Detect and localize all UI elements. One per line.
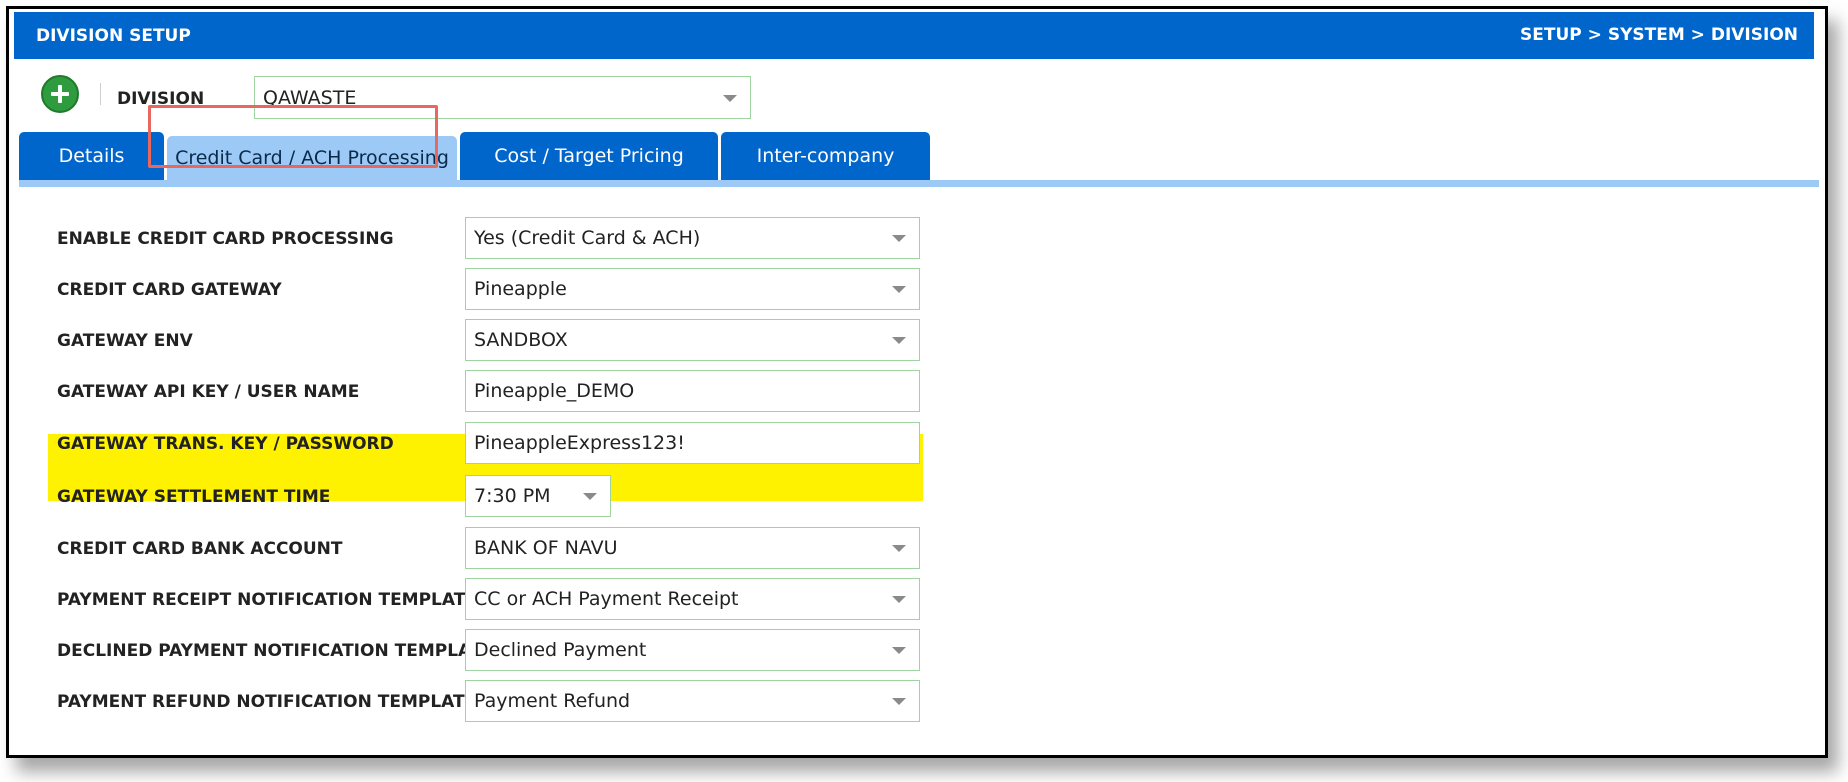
chevron-down-icon bbox=[892, 286, 906, 293]
label-enable-credit-card-processing: ENABLE CREDIT CARD PROCESSING bbox=[57, 229, 394, 249]
gateway-trans-key-input[interactable]: PineappleExpress123! bbox=[465, 422, 920, 464]
gateway-env-value: SANDBOX bbox=[474, 329, 568, 351]
label-gateway-env: GATEWAY ENV bbox=[57, 331, 193, 351]
gateway-api-key-input[interactable]: Pineapple_DEMO bbox=[465, 370, 920, 412]
divider bbox=[100, 83, 101, 105]
payment-refund-template-select[interactable]: Payment Refund bbox=[465, 680, 920, 722]
label-gateway-api-key: GATEWAY API KEY / USER NAME bbox=[57, 382, 360, 402]
gateway-api-key-value: Pineapple_DEMO bbox=[474, 380, 635, 402]
gateway-settlement-time-select[interactable]: 7:30 PM bbox=[465, 475, 611, 517]
page-title: DIVISION SETUP bbox=[36, 26, 191, 46]
gateway-env-select[interactable]: SANDBOX bbox=[465, 319, 920, 361]
add-division-button[interactable] bbox=[41, 75, 79, 113]
credit-card-gateway-select[interactable]: Pineapple bbox=[465, 268, 920, 310]
payment-refund-template-value: Payment Refund bbox=[474, 690, 631, 712]
gateway-trans-key-value: PineappleExpress123! bbox=[474, 432, 685, 454]
label-credit-card-bank-account: CREDIT CARD BANK ACCOUNT bbox=[57, 539, 343, 559]
active-tab-callout bbox=[148, 105, 438, 168]
label-payment-receipt-template: PAYMENT RECEIPT NOTIFICATION TEMPLATE bbox=[57, 590, 477, 610]
label-gateway-settlement-time: GATEWAY SETTLEMENT TIME bbox=[57, 487, 331, 507]
declined-payment-template-select[interactable]: Declined Payment bbox=[465, 629, 920, 671]
chevron-down-icon bbox=[892, 698, 906, 705]
credit-card-bank-account-select[interactable]: BANK OF NAVU bbox=[465, 527, 920, 569]
tab-cost-target-pricing[interactable]: Cost / Target Pricing bbox=[460, 132, 718, 180]
chevron-down-icon bbox=[892, 235, 906, 242]
tab-inter-company[interactable]: Inter-company bbox=[721, 132, 930, 180]
chevron-down-icon bbox=[892, 647, 906, 654]
payment-receipt-template-select[interactable]: CC or ACH Payment Receipt bbox=[465, 578, 920, 620]
breadcrumb[interactable]: SETUP > SYSTEM > DIVISION bbox=[1520, 25, 1798, 45]
chevron-down-icon bbox=[892, 596, 906, 603]
label-credit-card-gateway: CREDIT CARD GATEWAY bbox=[57, 280, 282, 300]
gateway-settlement-time-value: 7:30 PM bbox=[474, 485, 551, 507]
label-payment-refund-template: PAYMENT REFUND NOTIFICATION TEMPLATE bbox=[57, 692, 477, 712]
chevron-down-icon bbox=[723, 94, 737, 102]
chevron-down-icon bbox=[892, 337, 906, 344]
credit-card-gateway-value: Pineapple bbox=[474, 278, 567, 300]
enable-credit-card-processing-select[interactable]: Yes (Credit Card & ACH) bbox=[465, 217, 920, 259]
tab-details[interactable]: Details bbox=[19, 132, 164, 180]
enable-credit-card-processing-value: Yes (Credit Card & ACH) bbox=[474, 227, 701, 249]
declined-payment-template-value: Declined Payment bbox=[474, 639, 647, 661]
chevron-down-icon bbox=[583, 493, 597, 500]
chevron-down-icon bbox=[892, 545, 906, 552]
payment-receipt-template-value: CC or ACH Payment Receipt bbox=[474, 588, 739, 610]
credit-card-bank-account-value: BANK OF NAVU bbox=[474, 537, 618, 559]
tab-content-rule bbox=[19, 180, 1819, 187]
label-declined-payment-template: DECLINED PAYMENT NOTIFICATION TEMPLATE bbox=[57, 641, 494, 661]
label-gateway-trans-key: GATEWAY TRANS. KEY / PASSWORD bbox=[57, 434, 394, 454]
page-header: DIVISION SETUP SETUP > SYSTEM > DIVISION bbox=[14, 12, 1814, 59]
